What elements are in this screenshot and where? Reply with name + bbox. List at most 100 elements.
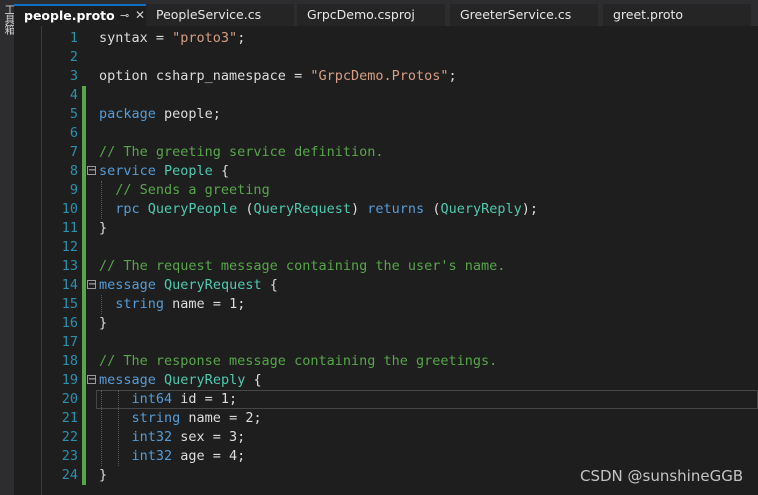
code-token: People bbox=[164, 163, 213, 179]
line-number: 6 bbox=[69, 125, 78, 141]
code-token: name = 1; bbox=[164, 296, 246, 312]
side-toolbox-strip[interactable]: 工具箱 bbox=[0, 0, 16, 495]
tab-grpcdemo-csproj[interactable]: GrpcDemo.csproj bbox=[297, 4, 445, 26]
tab-label: GreeterService.cs bbox=[460, 7, 572, 22]
code-token: } bbox=[99, 220, 108, 236]
code-token: service bbox=[99, 163, 156, 179]
code-line[interactable]: 14− message QueryRequest { bbox=[34, 276, 758, 295]
indent-guide bbox=[101, 390, 102, 466]
indicator-margin bbox=[14, 26, 34, 495]
line-number: 9 bbox=[69, 182, 78, 198]
change-indicator bbox=[82, 371, 86, 390]
code-text: int32 sex = 3; bbox=[99, 428, 246, 447]
line-number: 2 bbox=[69, 49, 78, 65]
line-number: 7 bbox=[69, 144, 78, 160]
line-number: 10 bbox=[61, 201, 78, 217]
code-token: ; bbox=[448, 68, 457, 84]
collapse-icon[interactable]: − bbox=[87, 280, 96, 290]
code-line[interactable]: 16} bbox=[34, 314, 758, 333]
code-editor[interactable]: 1 syntax = "proto3"; 2 3 option csharp_names… bbox=[34, 26, 758, 495]
code-line[interactable]: 13 // The request message containing the … bbox=[34, 257, 758, 276]
code-line[interactable]: 3 option csharp_namespace = "GrpcDemo.Pro… bbox=[34, 67, 758, 86]
tab-label: people.proto bbox=[24, 8, 115, 23]
code-line[interactable]: 8− service People { bbox=[34, 162, 758, 181]
line-number: 21 bbox=[61, 410, 78, 426]
code-token: message bbox=[99, 277, 156, 293]
code-token: people; bbox=[155, 106, 221, 122]
code-token: // Sends a greeting bbox=[115, 182, 270, 198]
line-number: 11 bbox=[61, 220, 78, 236]
code-token: string bbox=[115, 296, 165, 312]
change-indicator bbox=[82, 428, 86, 447]
line-number: 5 bbox=[69, 106, 78, 122]
line-number: 14 bbox=[61, 277, 78, 293]
tab-greet-proto[interactable]: greet.proto bbox=[603, 4, 751, 26]
code-token: QueryReply bbox=[440, 201, 522, 217]
code-text: } bbox=[99, 219, 107, 238]
code-line[interactable]: 1 syntax = "proto3"; bbox=[34, 29, 758, 48]
line-number: 3 bbox=[69, 68, 78, 84]
tab-label: greet.proto bbox=[613, 7, 684, 22]
line-number: 15 bbox=[61, 296, 78, 312]
code-line[interactable]: 6 bbox=[34, 124, 758, 143]
code-line[interactable]: 5 package people; bbox=[34, 105, 758, 124]
change-indicator bbox=[82, 200, 86, 219]
change-indicator bbox=[82, 314, 86, 333]
tab-label: GrpcDemo.csproj bbox=[307, 7, 415, 22]
code-token: // The request message containing the us… bbox=[99, 258, 506, 274]
change-indicator bbox=[82, 276, 86, 295]
collapse-icon[interactable]: − bbox=[87, 166, 96, 176]
close-icon[interactable]: ✕ bbox=[135, 6, 145, 25]
code-text: int64 id = 1; bbox=[99, 390, 238, 409]
code-token: message bbox=[99, 372, 156, 388]
code-line[interactable]: 17 bbox=[34, 333, 758, 352]
code-line[interactable]: 12 bbox=[34, 238, 758, 257]
code-line[interactable]: 15 string name = 1; bbox=[34, 295, 758, 314]
code-line[interactable]: 9 // Sends a greeting bbox=[34, 181, 758, 200]
pin-icon[interactable]: ⊸ bbox=[120, 6, 129, 25]
code-line[interactable]: 4 bbox=[34, 86, 758, 105]
code-text: message QueryReply { bbox=[99, 371, 262, 390]
tab-label: PeopleService.cs bbox=[156, 7, 262, 22]
code-line[interactable]: 19− message QueryReply { bbox=[34, 371, 758, 390]
code-token: QueryPeople bbox=[147, 201, 238, 217]
code-line[interactable]: 2 bbox=[34, 48, 758, 67]
code-token: rpc bbox=[115, 201, 140, 217]
indent-guide bbox=[101, 181, 102, 219]
code-token: { bbox=[261, 277, 278, 293]
change-indicator bbox=[82, 86, 86, 105]
change-indicator bbox=[82, 219, 86, 238]
code-line[interactable]: 20 int64 id = 1; bbox=[34, 390, 758, 409]
tab-greeterservice-cs[interactable]: GreeterService.cs bbox=[450, 4, 598, 26]
code-line[interactable]: 10 rpc QueryPeople (QueryRequest) return… bbox=[34, 200, 758, 219]
tab-peopleservice-cs[interactable]: PeopleService.cs bbox=[146, 4, 294, 26]
document-tab-bar: people.proto ⊸ ✕ PeopleService.cs GrpcDe… bbox=[14, 0, 758, 26]
code-line[interactable]: 21 string name = 2; bbox=[34, 409, 758, 428]
code-token: returns bbox=[367, 201, 425, 217]
line-number: 19 bbox=[61, 372, 78, 388]
code-token: option csharp_namespace = bbox=[99, 68, 311, 84]
code-line[interactable]: 7 // The greeting service definition. bbox=[34, 143, 758, 162]
code-text: int32 age = 4; bbox=[99, 447, 246, 466]
code-text: rpc QueryPeople (QueryRequest) returns (… bbox=[99, 200, 538, 219]
tab-people-proto[interactable]: people.proto ⊸ ✕ bbox=[14, 4, 150, 26]
code-token: "GrpcDemo.Protos" bbox=[310, 68, 449, 84]
code-line[interactable]: 18 // The response message containing the… bbox=[34, 352, 758, 371]
code-line[interactable]: 11} bbox=[34, 219, 758, 238]
line-number: 20 bbox=[61, 391, 78, 407]
code-token: sex = 3; bbox=[172, 429, 246, 445]
collapse-icon[interactable]: − bbox=[87, 375, 96, 385]
code-line[interactable]: 22 int32 sex = 3; bbox=[34, 428, 758, 447]
change-indicator bbox=[82, 181, 86, 200]
line-number: 4 bbox=[69, 87, 78, 103]
code-token: // The response message containing the g… bbox=[99, 353, 498, 369]
code-line[interactable]: 23 int32 age = 4; bbox=[34, 447, 758, 466]
line-number: 12 bbox=[61, 239, 78, 255]
code-token: QueryReply bbox=[164, 372, 246, 388]
change-indicator bbox=[82, 162, 86, 181]
